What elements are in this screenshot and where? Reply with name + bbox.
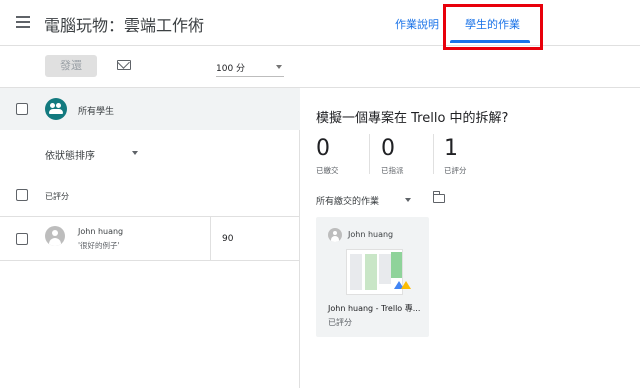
all-students-row[interactable]: 所有學生 [0,88,300,130]
divider [433,134,434,174]
student-comment: '很好的例子' [78,241,120,250]
grade-cell-divider [210,216,211,260]
student-grade[interactable]: 90 [222,234,233,244]
folder-icon[interactable] [432,191,445,203]
submission-file-name: John huang - Trello 專... [328,304,421,313]
all-students-label: 所有學生 [78,107,115,117]
student-checkbox[interactable] [16,233,28,245]
thumbnail-column [379,254,391,284]
red-highlight-box [443,4,543,50]
thumbnail-column [350,254,362,290]
stat-assigned-label: 已指派 [381,166,404,175]
stat-graded-label: 已評分 [444,166,467,175]
submission-student-name: John huang [348,230,394,239]
dropdown-caret-icon [276,65,282,69]
divider [369,134,370,174]
divider [0,260,300,261]
stat-turned-in-value: 0 [316,136,330,161]
submission-card[interactable]: John huang John huang - Trello 專... 已評分 [316,217,429,337]
submission-status: 已評分 [328,318,352,327]
menu-icon[interactable] [16,16,30,28]
thumbnail-column [391,252,402,278]
avatar [328,228,342,242]
points-value: 100 分 [216,64,246,74]
student-list-pane: 所有學生 依狀態排序 已評分 John huang '很好的例子' 90 [0,88,300,388]
sort-select[interactable]: 依狀態排序 [45,147,95,162]
return-button[interactable]: 發還 [45,55,97,77]
points-select[interactable]: 100 分 [216,61,284,77]
graded-section-checkbox[interactable] [16,189,28,201]
tab-instructions[interactable]: 作業說明 [395,16,439,32]
submission-filter-select[interactable]: 所有繳交的作業 [316,194,379,207]
sort-caret-icon[interactable] [132,151,138,155]
avatar [45,226,65,246]
class-title: 電腦玩物：雲端工作術 [44,16,205,35]
top-bar: 電腦玩物：雲端工作術 作業說明 學生的作業 [0,0,640,50]
toolbar: 發還 100 分 [0,46,640,88]
mail-icon[interactable] [117,60,131,70]
group-icon [45,98,67,120]
student-name[interactable]: John huang [78,227,123,236]
all-students-checkbox[interactable] [16,103,28,115]
filter-caret-icon[interactable] [405,198,411,202]
stat-graded-value: 1 [444,136,458,161]
stat-assigned-value: 0 [381,136,395,161]
stat-turned-in-label: 已繳交 [316,166,339,175]
thumbnail-column [365,254,377,290]
divider [0,216,300,217]
graded-section-label: 已評分 [45,192,69,201]
assignment-title: 模擬一個專案在 Trello 中的拆解? [316,111,509,126]
assignment-pane: 模擬一個專案在 Trello 中的拆解? 0 已繳交 0 已指派 1 已評分 所… [301,88,640,388]
drive-icon [394,281,411,289]
